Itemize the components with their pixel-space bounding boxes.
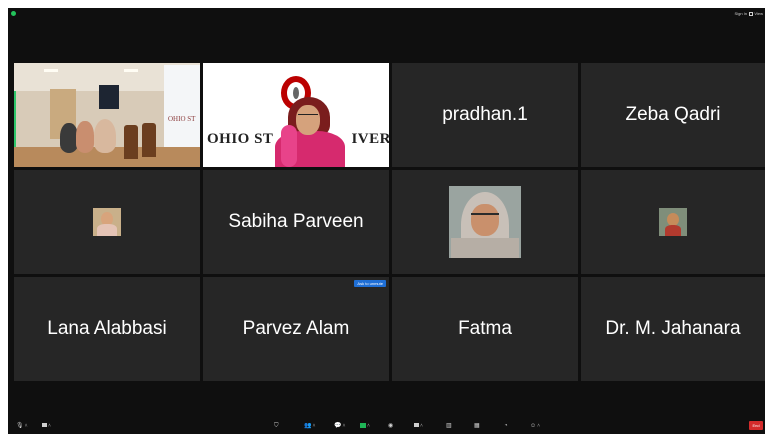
speaker-scarf xyxy=(281,125,297,167)
view-button[interactable]: View xyxy=(749,11,763,16)
gallery-view-icon xyxy=(749,12,754,16)
participant-tile-speaker-video[interactable]: OHIO ST IVER xyxy=(203,63,389,167)
video-chair xyxy=(142,123,156,157)
avatar-glasses xyxy=(471,213,499,221)
participant-name: Fatma xyxy=(458,318,512,339)
video-light xyxy=(124,69,138,72)
speaker-face xyxy=(296,105,320,135)
share-screen-icon xyxy=(360,423,366,428)
participant-avatar xyxy=(449,186,521,258)
participant-name: Lana Alabbasi xyxy=(47,318,167,339)
sign-in-link[interactable]: Sign In xyxy=(735,11,747,16)
participant-tile[interactable]: Zeba Qadri xyxy=(581,63,765,167)
participants-button[interactable]: 👥˄ xyxy=(304,422,315,430)
share-screen-button[interactable]: ˄ xyxy=(360,422,370,430)
projector-screen-text: OHIO ST xyxy=(168,115,196,123)
participant-tile-avatar[interactable] xyxy=(581,170,765,274)
record-button[interactable]: ◉ xyxy=(388,422,393,430)
zoom-meeting-window: Sign In View OHIO ST OHIO ST IVER pradhan… xyxy=(8,8,765,434)
participant-tile[interactable]: pradhan.1 xyxy=(392,63,578,167)
participant-name: Parvez Alam xyxy=(242,318,350,339)
top-bar: Sign In View xyxy=(8,8,765,22)
chat-button[interactable]: 💬˄ xyxy=(334,422,345,430)
video-person xyxy=(94,119,116,153)
captions-icon xyxy=(414,423,419,427)
participant-tile-room-video[interactable]: OHIO ST xyxy=(14,63,200,167)
participant-tile-avatar[interactable] xyxy=(392,170,578,274)
video-button[interactable]: ˄ xyxy=(42,422,51,430)
camera-icon xyxy=(42,423,47,427)
captions-button[interactable]: ˄ xyxy=(414,422,423,430)
participant-name: pradhan.1 xyxy=(442,104,528,125)
video-chair xyxy=(124,125,138,159)
video-person xyxy=(76,121,94,153)
breakout-rooms-button[interactable]: ▥ xyxy=(446,422,452,430)
participant-tile-avatar[interactable] xyxy=(14,170,200,274)
participant-tile[interactable]: Lana Alabbasi xyxy=(14,277,200,381)
participant-tile[interactable]: Sabiha Parveen xyxy=(203,170,389,274)
video-light xyxy=(44,69,58,72)
ask-to-unmute-badge[interactable]: Ask to unmute xyxy=(354,280,386,287)
security-icon[interactable]: ⛉ xyxy=(274,422,279,430)
participant-tile[interactable]: Fatma xyxy=(392,277,578,381)
view-label: View xyxy=(754,11,763,16)
reactions-button[interactable]: ☺˄ xyxy=(530,422,540,430)
participant-avatar xyxy=(659,208,687,236)
participant-tile[interactable]: Dr. M. Jahanara xyxy=(581,277,765,381)
participant-name: Sabiha Parveen xyxy=(228,211,364,232)
end-meeting-button[interactable]: End xyxy=(749,421,763,430)
video-tv xyxy=(99,85,119,109)
participant-tile[interactable]: Ask to unmute Parvez Alam xyxy=(203,277,389,381)
speaker-glasses xyxy=(298,114,318,119)
avatar-body xyxy=(451,238,519,258)
meeting-toolbar: 🎙˄ ˄ ⛉ 👥˄ 💬˄ ˄ ◉ ˄ ▥ ▦ ◔ ☺˄ End xyxy=(8,418,765,434)
whiteboard-button[interactable]: ◔ xyxy=(504,422,508,430)
mute-button[interactable]: 🎙˄ xyxy=(16,422,28,430)
apps-button[interactable]: ▦ xyxy=(474,422,480,430)
encryption-shield-icon[interactable] xyxy=(11,11,16,16)
participant-name: Zeba Qadri xyxy=(625,104,721,125)
participant-name: Dr. M. Jahanara xyxy=(605,318,741,339)
participant-avatar xyxy=(93,208,121,236)
